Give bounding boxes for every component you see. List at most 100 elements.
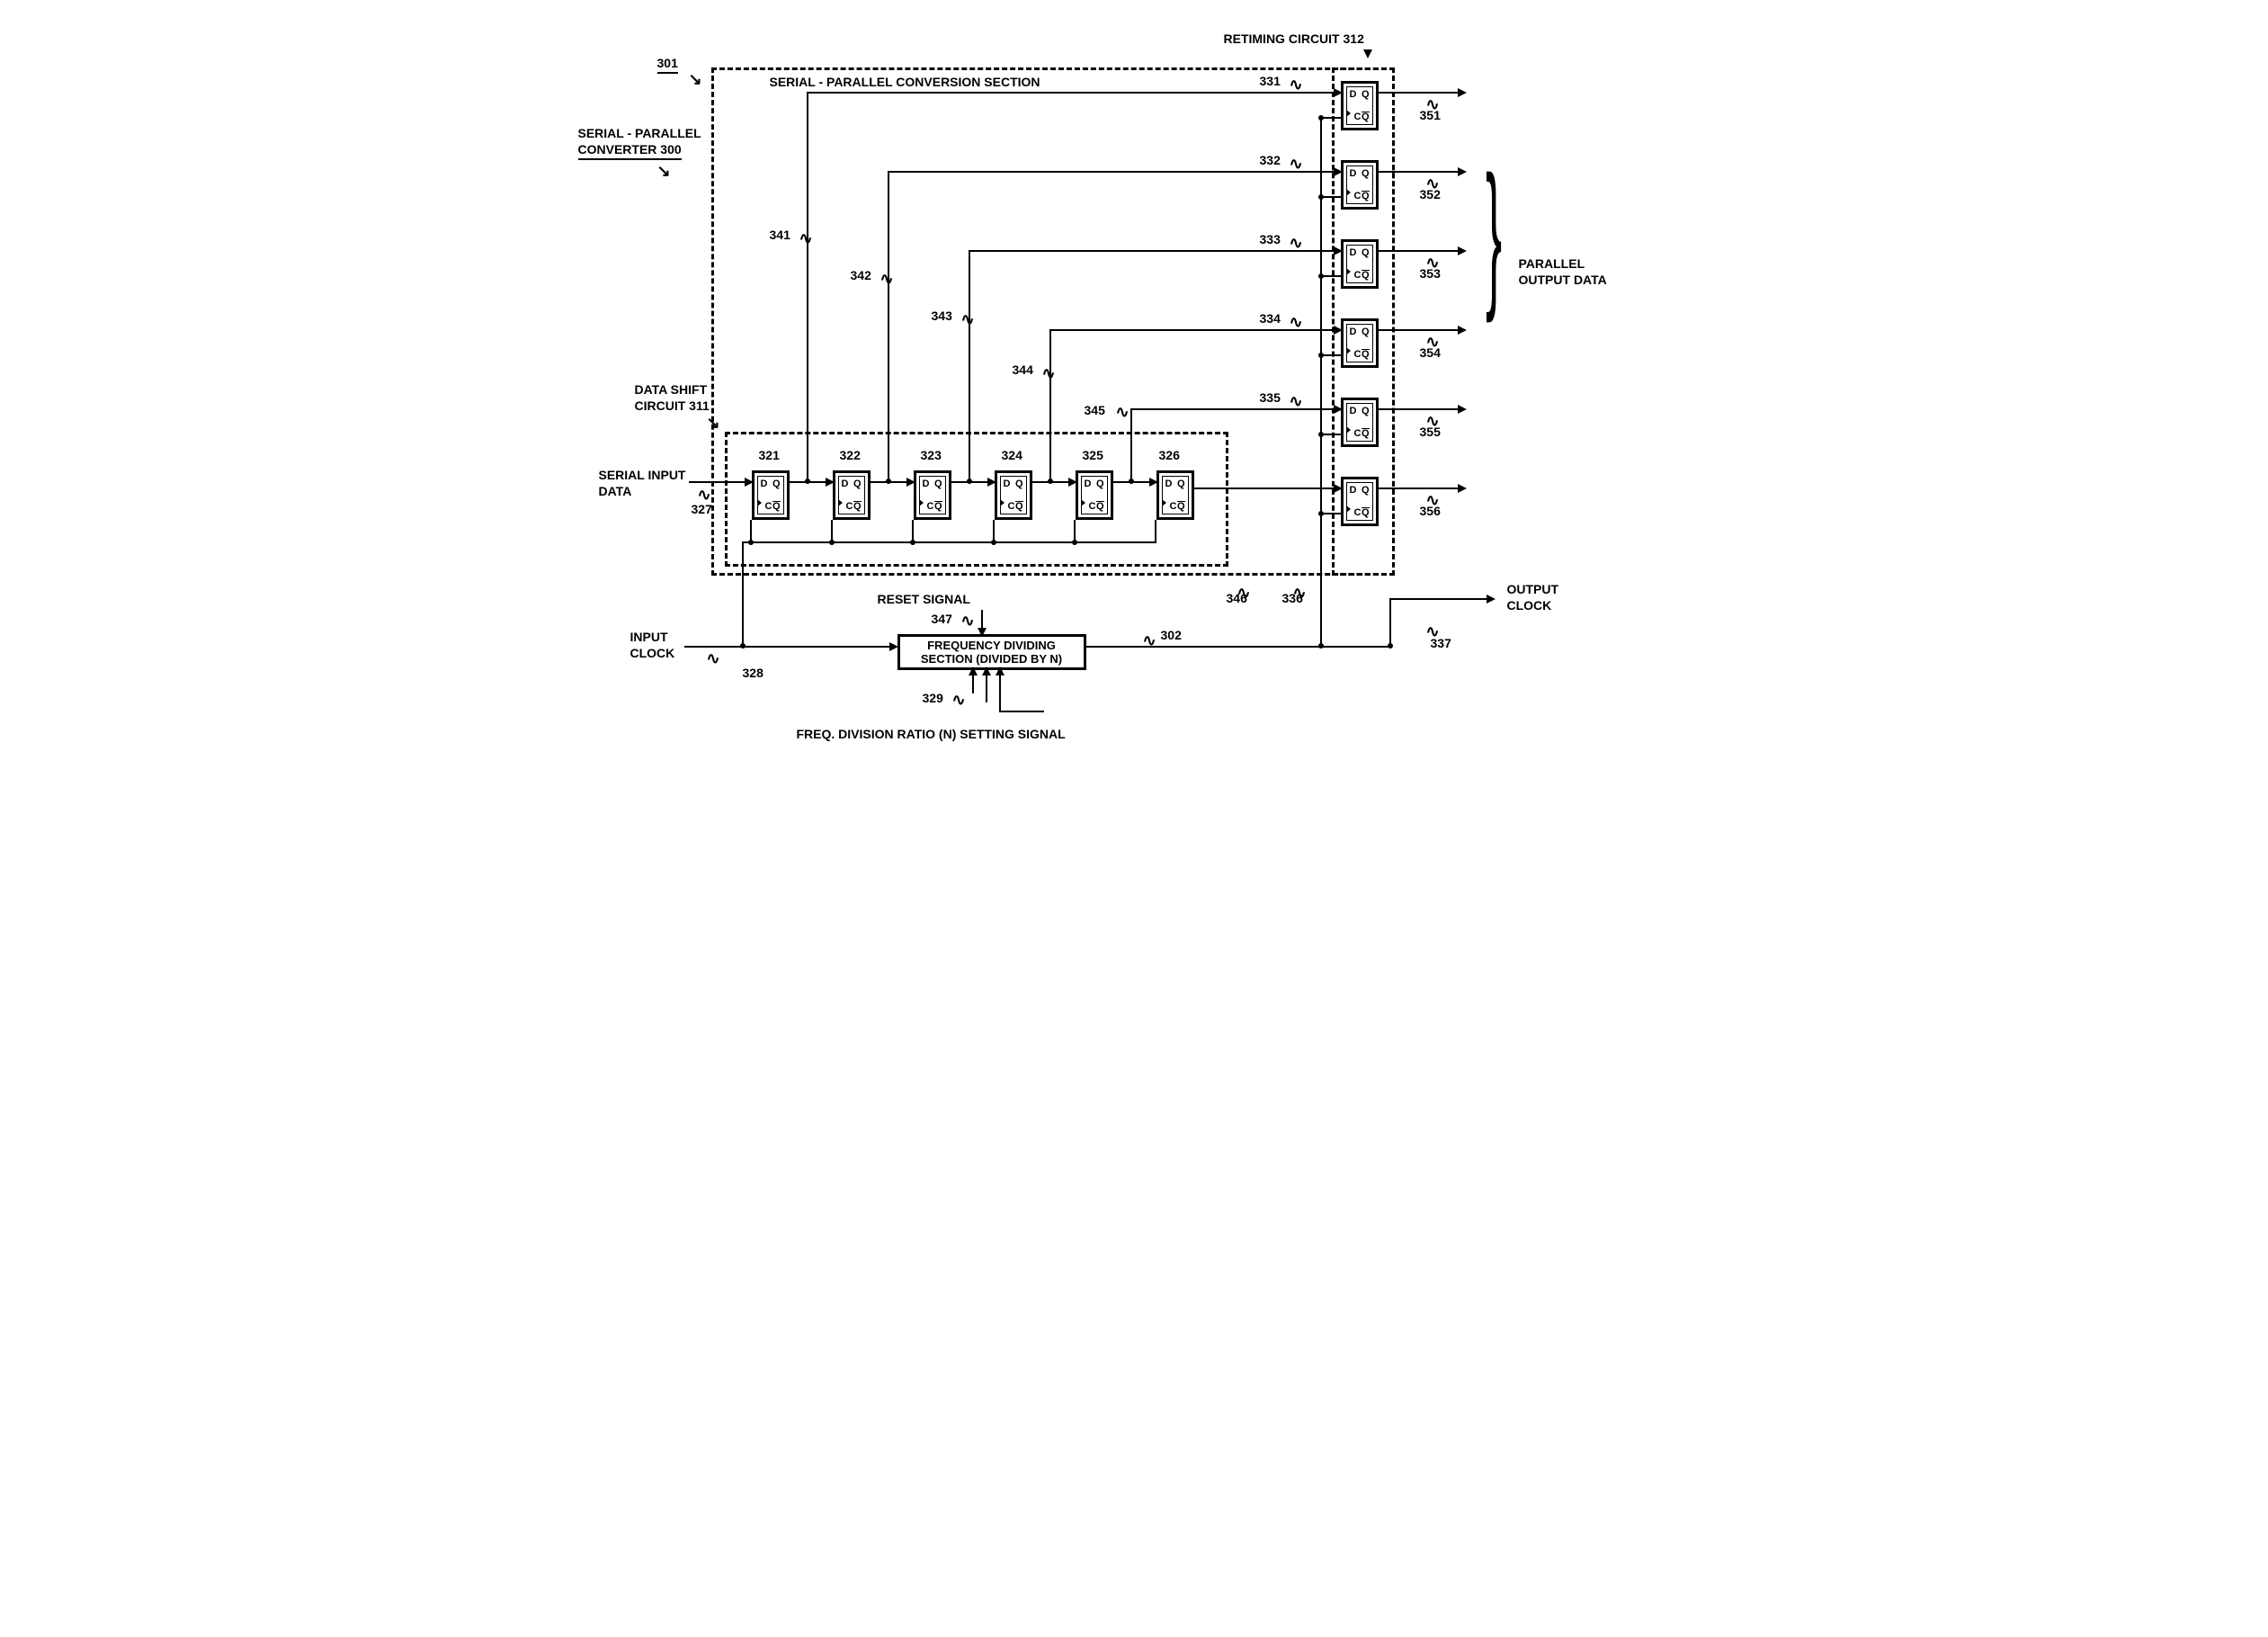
line-out-353 xyxy=(1379,250,1464,252)
label-323: 323 xyxy=(921,448,942,462)
squiggle-351: ∿ xyxy=(1426,95,1440,114)
line-clk-vin xyxy=(742,541,744,647)
flipflop-324: DQCQ xyxy=(995,470,1032,520)
squiggle-346: ∿ xyxy=(1237,584,1251,603)
arrow-ratio-3 xyxy=(996,666,1005,675)
label-serial-input-l1: SERIAL INPUT xyxy=(599,468,686,482)
label-serial-input-l2: DATA xyxy=(599,484,632,498)
squiggle-311: ↘ xyxy=(707,414,720,433)
arrow-354 xyxy=(1458,326,1467,335)
label-retiming-circuit: RETIMING CIRCUIT 312 xyxy=(1224,31,1364,46)
arrow-reset xyxy=(978,628,987,637)
line-342v xyxy=(888,171,889,482)
arrow-324 xyxy=(987,478,996,487)
label-334: 334 xyxy=(1260,311,1281,326)
line-outclk-h xyxy=(1389,598,1493,600)
line-ratio-h xyxy=(999,711,1044,712)
dot-clk325 xyxy=(1072,540,1077,545)
box-data-shift xyxy=(725,432,1228,567)
squiggle-354: ∿ xyxy=(1426,333,1440,352)
squiggle-329: ∿ xyxy=(952,691,966,710)
line-q326-d336 xyxy=(1194,488,1338,489)
label-324: 324 xyxy=(1002,448,1022,462)
line-345h xyxy=(1130,408,1338,410)
arrow-353 xyxy=(1458,246,1467,255)
squiggle-341: ∿ xyxy=(799,229,813,248)
squiggle-337: ∿ xyxy=(1426,622,1440,641)
label-341: 341 xyxy=(770,228,790,242)
line-343h xyxy=(969,250,1338,252)
flipflop-334: DQCQ xyxy=(1341,318,1379,368)
flipflop-326: DQCQ xyxy=(1156,470,1194,520)
line-out-352 xyxy=(1379,171,1464,173)
flipflop-333: DQCQ xyxy=(1341,239,1379,289)
squiggle-343: ∿ xyxy=(961,310,975,329)
line-302 xyxy=(1086,646,1390,648)
line-out-354 xyxy=(1379,329,1464,331)
line-342h xyxy=(888,171,1338,173)
flipflop-323: DQCQ xyxy=(914,470,951,520)
freq-box-line2: SECTION (DIVIDED BY N) xyxy=(907,652,1076,666)
label-344: 344 xyxy=(1013,362,1033,377)
label-data-shift-l1: DATA SHIFT xyxy=(635,382,708,397)
label-321: 321 xyxy=(759,448,780,462)
box-freq-divider: FREQUENCY DIVIDING SECTION (DIVIDED BY N… xyxy=(897,634,1086,670)
dot-clk322 xyxy=(829,540,835,545)
label-converter-line1: SERIAL - PARALLEL xyxy=(578,126,701,140)
label-333: 333 xyxy=(1260,232,1281,246)
label-342: 342 xyxy=(851,268,871,282)
dot-clk335t xyxy=(1318,432,1324,437)
label-322: 322 xyxy=(840,448,861,462)
label-347: 347 xyxy=(932,612,952,626)
line-clk-bus xyxy=(742,541,1156,543)
arrow-356 xyxy=(1458,484,1467,493)
label-331: 331 xyxy=(1260,74,1281,88)
line-out-356 xyxy=(1379,488,1464,489)
label-302: 302 xyxy=(1161,628,1182,642)
flipflop-321: DQCQ xyxy=(752,470,790,520)
flipflop-325: DQCQ xyxy=(1076,470,1113,520)
arrow-332 xyxy=(1334,167,1343,176)
squiggle-344: ∿ xyxy=(1042,364,1056,383)
label-output-clock-l1: OUTPUT xyxy=(1507,582,1559,596)
label-328: 328 xyxy=(743,666,763,680)
label-output-clock-l2: CLOCK xyxy=(1507,598,1552,613)
dot-clk336t xyxy=(1318,511,1324,516)
label-input-clock-l2: CLOCK xyxy=(630,646,675,660)
dot-clk323 xyxy=(910,540,915,545)
line-out-351 xyxy=(1379,92,1464,94)
arrow-serial-in xyxy=(745,478,754,487)
label-326: 326 xyxy=(1159,448,1180,462)
dot-clk331t xyxy=(1318,115,1324,121)
squiggle-300: ↘ xyxy=(657,162,671,181)
arrow-322 xyxy=(826,478,835,487)
squiggle-352: ∿ xyxy=(1426,174,1440,193)
arrow-335 xyxy=(1334,405,1343,414)
line-serial-data-in xyxy=(689,481,752,483)
arrow-336 xyxy=(1334,484,1343,493)
label-conversion-section: SERIAL - PARALLEL CONVERSION SECTION xyxy=(770,75,1040,89)
dot-clk332t xyxy=(1318,194,1324,200)
squiggle-302: ∿ xyxy=(1143,631,1156,650)
label-345: 345 xyxy=(1085,403,1105,417)
squiggle-342: ∿ xyxy=(880,270,894,289)
label-329: 329 xyxy=(923,691,943,705)
line-out-355 xyxy=(1379,408,1464,410)
squiggle-347: ∿ xyxy=(961,612,975,631)
arrow-334 xyxy=(1334,326,1343,335)
arrow-326 xyxy=(1149,478,1158,487)
line-clk-326 xyxy=(1155,520,1156,543)
label-335: 335 xyxy=(1260,390,1281,405)
squiggle-328: ∿ xyxy=(707,649,720,668)
flipflop-335: DQCQ xyxy=(1341,398,1379,447)
label-freq-ratio: FREQ. DIVISION RATIO (N) SETTING SIGNAL xyxy=(797,727,1066,741)
dot-clk333t xyxy=(1318,273,1324,279)
label-301: 301 xyxy=(657,56,678,70)
label-325: 325 xyxy=(1083,448,1103,462)
arrow-325 xyxy=(1068,478,1077,487)
flipflop-322: DQCQ xyxy=(833,470,871,520)
flipflop-331: DQCQ xyxy=(1341,81,1379,130)
freq-box-line1: FREQUENCY DIVIDING xyxy=(907,639,1076,652)
line-344v xyxy=(1049,329,1051,482)
arrow-retiming xyxy=(1363,49,1372,58)
